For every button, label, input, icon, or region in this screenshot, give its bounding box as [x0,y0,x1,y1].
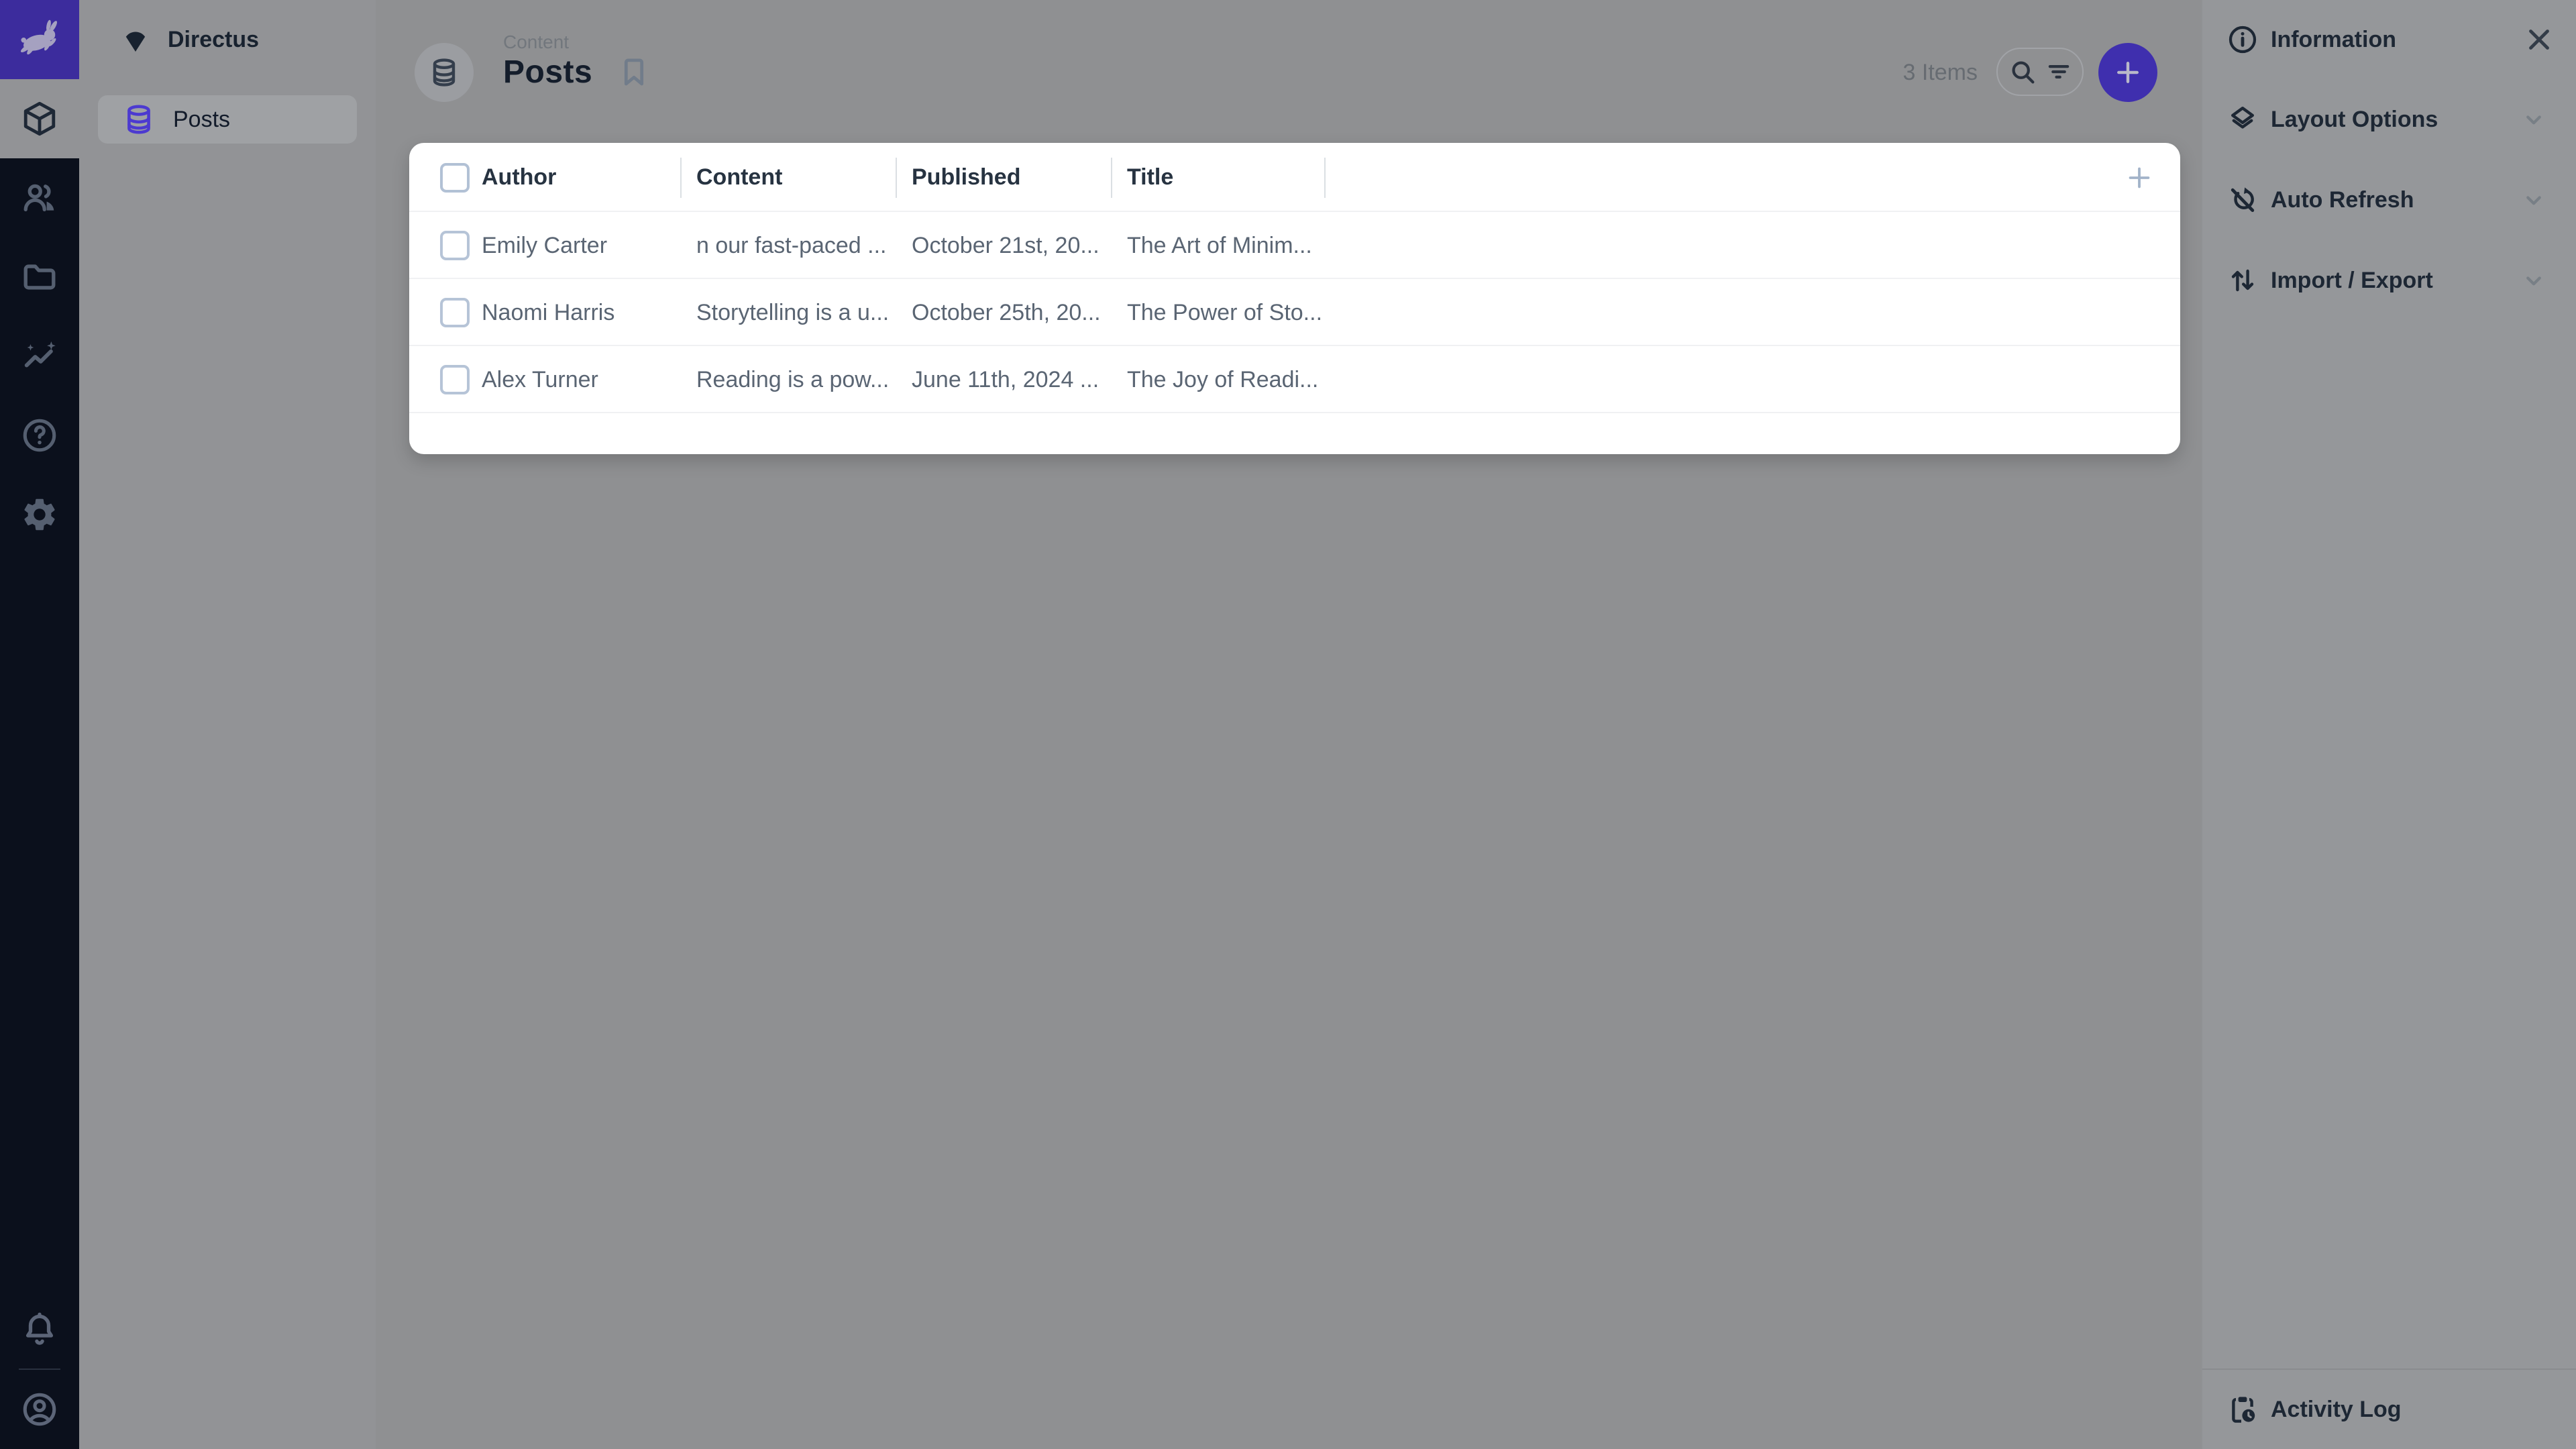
column-resize-handle[interactable] [1324,158,1326,198]
people-icon [20,178,59,217]
account-circle-icon [20,1390,59,1429]
collection-badge [415,43,474,102]
sidebar-section-import-export[interactable]: Import / Export [2202,240,2576,321]
filter-icon[interactable] [2045,58,2073,86]
box-icon [20,99,59,138]
close-icon [2522,23,2556,56]
project-header[interactable]: Directus [79,0,376,79]
sidebar-section-label: Import / Export [2271,268,2508,294]
folder-icon [20,258,59,297]
column-header-content[interactable]: Content [696,143,782,212]
table-row[interactable]: Alex Turner Reading is a pow... June 11t… [409,346,2180,413]
row-checkbox[interactable] [440,365,470,394]
info-sidebar: Information Layout Options Auto Refresh [2201,0,2576,1449]
cell-title: The Joy of Readi... [1127,346,1318,413]
column-resize-handle[interactable] [1111,158,1112,198]
row-checkbox[interactable] [440,231,470,260]
directus-logo-button[interactable] [0,0,79,79]
table-header-row: Author Content Published Title [409,143,2180,212]
chevron-down-icon[interactable] [2520,105,2548,133]
items-count: 3 Items [1903,60,1978,86]
cell-content: Reading is a pow... [696,346,889,413]
chevron-down-icon[interactable] [2520,266,2548,294]
account-button[interactable] [0,1370,79,1449]
table-row[interactable]: Naomi Harris Storytelling is a u... Octo… [409,279,2180,346]
sidebar-section-layout-options[interactable]: Layout Options [2202,79,2576,160]
clipboard-clock-icon [2226,1393,2259,1426]
insights-icon [20,337,59,376]
cell-author: Alex Turner [482,346,598,413]
refresh-off-icon [2226,184,2259,216]
chevron-down-icon[interactable] [2520,186,2548,214]
bookmark-button[interactable] [616,54,652,90]
column-resize-handle[interactable] [680,158,682,198]
help-icon [20,416,59,455]
module-content[interactable] [0,79,79,158]
cell-title: The Power of Sto... [1127,279,1322,346]
cell-author: Emily Carter [482,212,607,279]
cell-title: The Art of Minim... [1127,212,1312,279]
sidebar-section-label: Layout Options [2271,107,2508,133]
column-resize-handle[interactable] [896,158,897,198]
search-filter-pill [1996,48,2084,96]
select-all-checkbox[interactable] [440,163,470,193]
gear-icon [20,495,59,534]
bell-icon [20,1309,59,1348]
search-icon[interactable] [2007,56,2038,87]
cell-published: June 11th, 2024 ... [912,346,1099,413]
navigation-panel: Directus Posts [79,0,376,1449]
table-row[interactable]: Emily Carter n our fast-paced ... Octobe… [409,212,2180,279]
sidebar-section-auto-refresh[interactable]: Auto Refresh [2202,160,2576,240]
cell-published: October 25th, 20... [912,279,1101,346]
breadcrumb[interactable]: Content [503,32,569,53]
column-header-published[interactable]: Published [912,143,1020,212]
module-settings[interactable] [0,475,79,554]
cell-content: n our fast-paced ... [696,212,887,279]
project-name: Directus [168,27,259,53]
sidebar-header: Information [2202,0,2576,79]
project-fan-icon [119,23,152,56]
cell-published: October 21st, 20... [912,212,1099,279]
column-header-author[interactable]: Author [482,143,556,212]
module-bar [0,0,79,1449]
page-title: Posts [503,54,592,91]
database-icon [428,56,460,89]
add-item-button[interactable] [2098,43,2157,102]
nav-item-posts[interactable]: Posts [98,95,357,144]
cell-content: Storytelling is a u... [696,279,889,346]
notifications-button[interactable] [0,1289,79,1368]
module-insights[interactable] [0,317,79,396]
main-content: Content Posts 3 Items Author Content Pub… [376,0,2201,1449]
module-user-directory[interactable] [0,158,79,237]
rabbit-logo-icon [14,14,65,65]
bookmark-icon [616,54,652,90]
sidebar-section-label: Auto Refresh [2271,187,2508,213]
database-icon [122,103,156,136]
import-export-icon [2226,264,2259,297]
sidebar-close-button[interactable] [2522,23,2556,56]
add-column-icon[interactable] [2124,162,2155,193]
module-file-library[interactable] [0,237,79,317]
layers-icon [2226,103,2259,136]
cell-author: Naomi Harris [482,279,614,346]
activity-log-label: Activity Log [2271,1397,2552,1423]
items-table-card: Author Content Published Title Emily Car… [409,143,2180,454]
plus-icon [2113,58,2143,87]
nav-item-label: Posts [173,107,230,133]
column-header-title[interactable]: Title [1127,143,1173,212]
info-icon [2226,23,2259,56]
row-divider [409,412,2180,413]
sidebar-title: Information [2271,27,2510,53]
row-checkbox[interactable] [440,298,470,327]
activity-log-button[interactable]: Activity Log [2202,1370,2576,1449]
module-documentation[interactable] [0,396,79,475]
